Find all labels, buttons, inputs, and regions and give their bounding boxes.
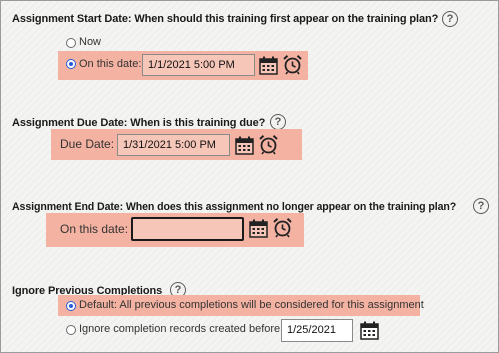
- start-date-radio[interactable]: [66, 59, 76, 69]
- end-date-label: On this date:: [60, 222, 129, 236]
- due-calendar-icon[interactable]: [235, 136, 254, 155]
- start-now-label: Now: [79, 36, 102, 48]
- ignore-calendar-icon[interactable]: [360, 321, 379, 340]
- due-help-icon[interactable]: ?: [270, 114, 286, 130]
- ignore-before-radio[interactable]: [66, 325, 76, 335]
- start-calendar-icon[interactable]: [259, 56, 278, 75]
- ignore-before-date-input[interactable]: 1/25/2021: [281, 319, 353, 342]
- end-calendar-icon[interactable]: [249, 219, 268, 238]
- end-date-input[interactable]: [131, 217, 244, 241]
- start-date-label: On this date:: [79, 58, 142, 70]
- start-date-input[interactable]: 1/1/2021 5:00 PM: [142, 54, 255, 76]
- end-alarm-clock-icon[interactable]: [272, 217, 293, 238]
- due-alarm-clock-icon[interactable]: [258, 134, 279, 155]
- due-date-question: Assignment Due Date: When is this traini…: [12, 117, 266, 129]
- due-date-input[interactable]: 1/31/2021 5:00 PM: [117, 134, 230, 156]
- start-now-radio[interactable]: [66, 38, 76, 48]
- start-date-question: Assignment Start Date: When should this …: [12, 13, 439, 25]
- ignore-default-label: Default: All previous completions will b…: [79, 299, 424, 311]
- start-help-icon[interactable]: ?: [442, 11, 458, 27]
- end-date-question: Assignment End Date: When does this assi…: [12, 201, 457, 213]
- ignore-default-radio[interactable]: [66, 301, 76, 311]
- training-assignment-form: Assignment Start Date: When should this …: [0, 0, 499, 353]
- due-date-label: Due Date:: [60, 137, 115, 151]
- start-alarm-clock-icon[interactable]: [282, 54, 303, 75]
- ignore-before-label: Ignore completion records created before: [79, 323, 281, 335]
- end-help-icon[interactable]: ?: [473, 198, 489, 214]
